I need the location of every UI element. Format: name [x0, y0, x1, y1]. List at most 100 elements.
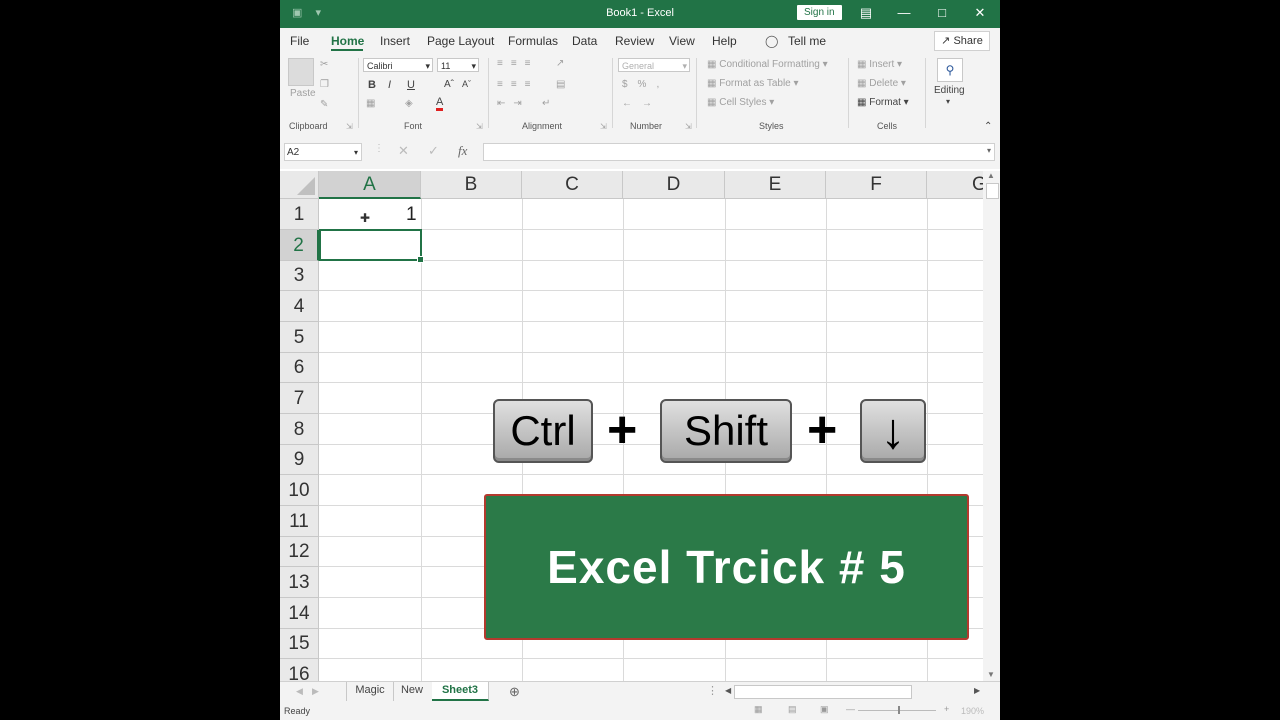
hscroll-left-icon[interactable]: ◀	[725, 686, 731, 695]
delete-cells-button[interactable]: ▦ Delete ▾	[857, 78, 906, 89]
sheet-tab-new[interactable]: New	[392, 682, 433, 701]
insert-function-button[interactable]: fx	[458, 143, 467, 159]
format-painter-icon[interactable]: ✎	[320, 99, 328, 110]
row-header-6[interactable]: 6	[280, 353, 319, 383]
page-layout-view-icon[interactable]: ▤	[788, 704, 797, 715]
bold-button[interactable]: B	[368, 79, 376, 91]
number-format-select[interactable]: General ▾	[618, 58, 690, 72]
tab-view[interactable]: View	[669, 34, 695, 48]
paste-button[interactable]: Paste	[290, 88, 316, 99]
scroll-thumb[interactable]	[986, 183, 999, 199]
row-header-15[interactable]: 15	[280, 629, 319, 659]
cut-icon[interactable]: ✂	[320, 59, 328, 70]
tab-splitter-icon[interactable]: ⋮	[707, 684, 718, 697]
font-name-select[interactable]: Calibri ▾	[363, 58, 433, 72]
merge-center-icon[interactable]: ▤	[556, 79, 565, 90]
maximize-icon[interactable]: □	[932, 5, 952, 20]
insert-cells-button[interactable]: ▦ Insert ▾	[857, 59, 902, 70]
hscroll-right-icon[interactable]: ▶	[974, 686, 980, 695]
normal-view-icon[interactable]: ▦	[754, 704, 763, 715]
zoom-in-icon[interactable]: +	[944, 704, 949, 714]
tab-formulas[interactable]: Formulas	[508, 34, 558, 48]
zoom-level[interactable]: 190%	[961, 706, 984, 716]
tab-file[interactable]: File	[290, 34, 309, 48]
row-header-1[interactable]: 1	[280, 199, 319, 230]
accounting-percent-comma-icons[interactable]: $%,	[622, 79, 669, 90]
tab-help[interactable]: Help	[712, 34, 737, 48]
column-header-c[interactable]: C	[522, 171, 623, 199]
editing-button[interactable]: Editing	[934, 85, 965, 96]
horizontal-align-icons[interactable]: ≡≡≡	[497, 79, 539, 90]
cancel-icon[interactable]: ✕	[398, 143, 409, 159]
scroll-tabs-left-icon[interactable]: ◀	[296, 686, 303, 697]
more-options-icon[interactable]: ⋮	[374, 143, 384, 154]
tab-home[interactable]: Home	[331, 34, 364, 48]
row-header-7[interactable]: 7	[280, 383, 319, 414]
row-header-2[interactable]: 2	[280, 230, 319, 261]
tell-me-search[interactable]: Tell me	[788, 34, 826, 48]
row-header-9[interactable]: 9	[280, 445, 319, 475]
horizontal-scroll-thumb[interactable]	[734, 685, 912, 699]
tab-page-layout[interactable]: Page Layout	[427, 34, 494, 48]
wrap-text-icon[interactable]: ↵	[542, 98, 550, 109]
cell-styles-button[interactable]: ▦ Cell Styles ▾	[707, 97, 774, 108]
paste-icon[interactable]	[288, 58, 314, 86]
sheet-tab-sheet3[interactable]: Sheet3	[432, 682, 489, 701]
row-header-11[interactable]: 11	[280, 506, 319, 537]
indent-icons[interactable]: ⇤⇥	[497, 98, 530, 109]
enter-icon[interactable]: ✓	[428, 143, 439, 159]
tab-data[interactable]: Data	[572, 34, 597, 48]
page-break-view-icon[interactable]: ▣	[820, 704, 829, 715]
orientation-icon[interactable]: ↗	[556, 58, 564, 69]
column-header-g[interactable]: G	[927, 171, 983, 199]
decrease-font-icon[interactable]: Aˇ	[462, 79, 471, 89]
sign-in-button[interactable]: Sign in	[797, 5, 842, 20]
scroll-up-icon[interactable]: ▲	[987, 171, 995, 180]
number-launcher-icon[interactable]: ⇲	[685, 122, 692, 131]
active-cell-a2[interactable]	[319, 229, 424, 263]
share-button[interactable]: ↗ Share	[934, 31, 990, 51]
row-header-8[interactable]: 8	[280, 414, 319, 445]
vertical-scrollbar[interactable]: ▲ ▼	[983, 171, 1000, 681]
row-header-12[interactable]: 12	[280, 537, 319, 567]
column-header-a[interactable]: A	[319, 171, 421, 199]
cell-a1[interactable]: 1	[406, 204, 417, 226]
formula-input[interactable]: ▾	[483, 143, 995, 161]
row-header-3[interactable]: 3	[280, 261, 319, 291]
underline-button[interactable]: U	[407, 79, 415, 91]
vertical-align-icons[interactable]: ≡≡≡	[497, 58, 539, 69]
lightbulb-icon[interactable]: ◯	[765, 34, 778, 48]
fill-color-icon[interactable]: ◈	[405, 98, 413, 109]
minimize-icon[interactable]: —	[894, 5, 914, 20]
decimal-icons[interactable]: ←→	[622, 98, 662, 109]
zoom-slider-thumb[interactable]	[898, 706, 900, 714]
add-sheet-icon[interactable]: ⊕	[509, 684, 520, 700]
borders-icon[interactable]: ▦	[366, 98, 375, 109]
column-header-e[interactable]: E	[725, 171, 826, 199]
font-size-select[interactable]: 11 ▾	[437, 58, 479, 72]
tab-insert[interactable]: Insert	[380, 34, 410, 48]
row-header-10[interactable]: 10	[280, 475, 319, 506]
alignment-launcher-icon[interactable]: ⇲	[600, 122, 607, 131]
name-box[interactable]: A2 ▾	[284, 143, 362, 161]
increase-font-icon[interactable]: Aˆ	[444, 79, 454, 90]
conditional-formatting-button[interactable]: ▦ Conditional Formatting ▾	[707, 59, 828, 70]
column-header-f[interactable]: F	[826, 171, 927, 199]
font-color-icon[interactable]: A	[436, 97, 444, 111]
search-icon[interactable]: ⚲	[937, 58, 963, 82]
row-header-14[interactable]: 14	[280, 598, 319, 629]
sheet-tab-magic[interactable]: Magic	[346, 682, 394, 701]
row-header-4[interactable]: 4	[280, 291, 319, 322]
ribbon-display-icon[interactable]: ▤	[856, 5, 876, 21]
row-header-13[interactable]: 13	[280, 567, 319, 598]
column-header-d[interactable]: D	[623, 171, 725, 199]
font-launcher-icon[interactable]: ⇲	[476, 122, 483, 131]
chevron-down-icon[interactable]: ▾	[946, 97, 950, 106]
tab-review[interactable]: Review	[615, 34, 654, 48]
italic-button[interactable]: I	[388, 79, 391, 91]
scroll-down-icon[interactable]: ▼	[987, 670, 995, 679]
collapse-ribbon-icon[interactable]: ⌃	[984, 121, 992, 132]
zoom-slider[interactable]	[858, 710, 936, 711]
scroll-tabs-right-icon[interactable]: ▶	[312, 686, 319, 697]
copy-icon[interactable]: ❐	[320, 79, 329, 90]
